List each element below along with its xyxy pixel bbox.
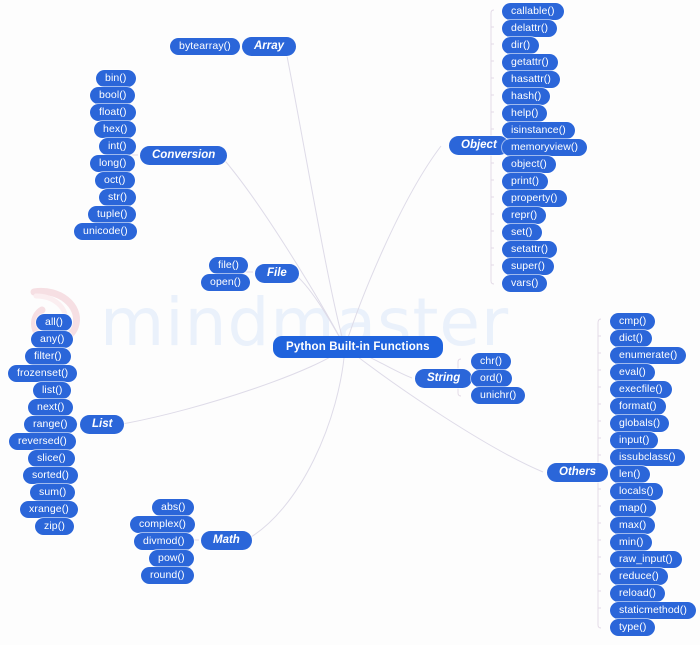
node-reduce[interactable]: reduce()	[610, 568, 668, 585]
node-dict[interactable]: dict()	[610, 330, 652, 347]
node-list[interactable]: list()	[33, 382, 72, 399]
node-zip[interactable]: zip()	[35, 518, 74, 535]
root-node[interactable]: Python Built-in Functions	[273, 336, 443, 358]
watermark: mindmaster	[0, 270, 700, 390]
node-len[interactable]: len()	[610, 466, 650, 483]
branch-label-math[interactable]: Math	[201, 531, 252, 550]
node-type[interactable]: type()	[610, 619, 656, 636]
node-hash[interactable]: hash()	[502, 88, 551, 105]
node-staticmethod[interactable]: staticmethod()	[610, 602, 696, 619]
node-vars[interactable]: vars()	[502, 275, 548, 292]
node-round[interactable]: round()	[141, 567, 194, 584]
node-memoryview[interactable]: memoryview()	[502, 139, 588, 156]
node-property[interactable]: property()	[502, 190, 567, 207]
node-str[interactable]: str()	[99, 189, 137, 206]
node-hasattr[interactable]: hasattr()	[502, 71, 560, 88]
node-map[interactable]: map()	[610, 500, 656, 517]
node-print[interactable]: print()	[502, 173, 549, 190]
node-ord[interactable]: ord()	[471, 370, 512, 387]
node-locals[interactable]: locals()	[610, 483, 663, 500]
node-oct[interactable]: oct()	[95, 172, 135, 189]
node-file[interactable]: file()	[209, 257, 249, 274]
node-filter[interactable]: filter()	[25, 348, 71, 365]
node-all[interactable]: all()	[36, 314, 72, 331]
node-reversed[interactable]: reversed()	[9, 433, 76, 450]
node-max[interactable]: max()	[610, 517, 656, 534]
node-range[interactable]: range()	[24, 416, 77, 433]
node-issubclass[interactable]: issubclass()	[610, 449, 685, 466]
node-input[interactable]: input()	[610, 432, 659, 449]
node-any[interactable]: any()	[31, 331, 74, 348]
node-tuple[interactable]: tuple()	[88, 206, 137, 223]
branch-label-object[interactable]: Object	[449, 136, 509, 155]
node-complex[interactable]: complex()	[130, 516, 195, 533]
node-getattr[interactable]: getattr()	[502, 54, 558, 71]
node-unicode[interactable]: unicode()	[74, 223, 137, 240]
node-float[interactable]: float()	[90, 104, 136, 121]
node-set[interactable]: set()	[502, 224, 542, 241]
node-sum[interactable]: sum()	[30, 484, 76, 501]
node-next[interactable]: next()	[28, 399, 74, 416]
node-enumerate[interactable]: enumerate()	[610, 347, 687, 364]
node-abs[interactable]: abs()	[152, 499, 195, 516]
node-help[interactable]: help()	[502, 105, 548, 122]
node-super[interactable]: super()	[502, 258, 554, 275]
node-min[interactable]: min()	[610, 534, 653, 551]
node-dir[interactable]: dir()	[502, 37, 540, 54]
branch-label-string[interactable]: String	[415, 369, 473, 388]
node-setattr[interactable]: setattr()	[502, 241, 558, 258]
node-isinstance[interactable]: isinstance()	[502, 122, 575, 139]
branch-label-array[interactable]: Array	[242, 37, 297, 56]
node-bool[interactable]: bool()	[90, 87, 136, 104]
node-globals[interactable]: globals()	[610, 415, 670, 432]
node-object[interactable]: object()	[502, 156, 556, 173]
node-bytearray[interactable]: bytearray()	[170, 38, 240, 55]
node-int[interactable]: int()	[99, 138, 136, 155]
node-open[interactable]: open()	[201, 274, 250, 291]
node-chr[interactable]: chr()	[471, 353, 512, 370]
branch-label-others[interactable]: Others	[547, 463, 609, 482]
node-raw-input[interactable]: raw_input()	[610, 551, 682, 568]
node-hex[interactable]: hex()	[94, 121, 137, 138]
node-slice[interactable]: slice()	[28, 450, 75, 467]
node-reload[interactable]: reload()	[610, 585, 665, 602]
node-eval[interactable]: eval()	[610, 364, 655, 381]
node-execfile[interactable]: execfile()	[610, 381, 672, 398]
node-format[interactable]: format()	[610, 398, 666, 415]
node-repr[interactable]: repr()	[502, 207, 547, 224]
node-unichr[interactable]: unichr()	[471, 387, 526, 404]
node-frozenset[interactable]: frozenset()	[8, 365, 78, 382]
node-delattr[interactable]: delattr()	[502, 20, 558, 37]
mindmap-canvas: mindmaster Python Built-in Functions Arr…	[0, 0, 700, 645]
node-long[interactable]: long()	[90, 155, 136, 172]
node-divmod[interactable]: divmod()	[134, 533, 194, 550]
node-bin[interactable]: bin()	[96, 70, 136, 87]
branch-label-conversion[interactable]: Conversion	[140, 146, 228, 165]
node-xrange[interactable]: xrange()	[20, 501, 78, 518]
branch-label-file[interactable]: File	[255, 264, 299, 283]
node-sorted[interactable]: sorted()	[23, 467, 78, 484]
node-cmp[interactable]: cmp()	[610, 313, 656, 330]
branch-label-list[interactable]: List	[80, 415, 125, 434]
node-callable[interactable]: callable()	[502, 3, 564, 20]
node-pow[interactable]: pow()	[149, 550, 194, 567]
